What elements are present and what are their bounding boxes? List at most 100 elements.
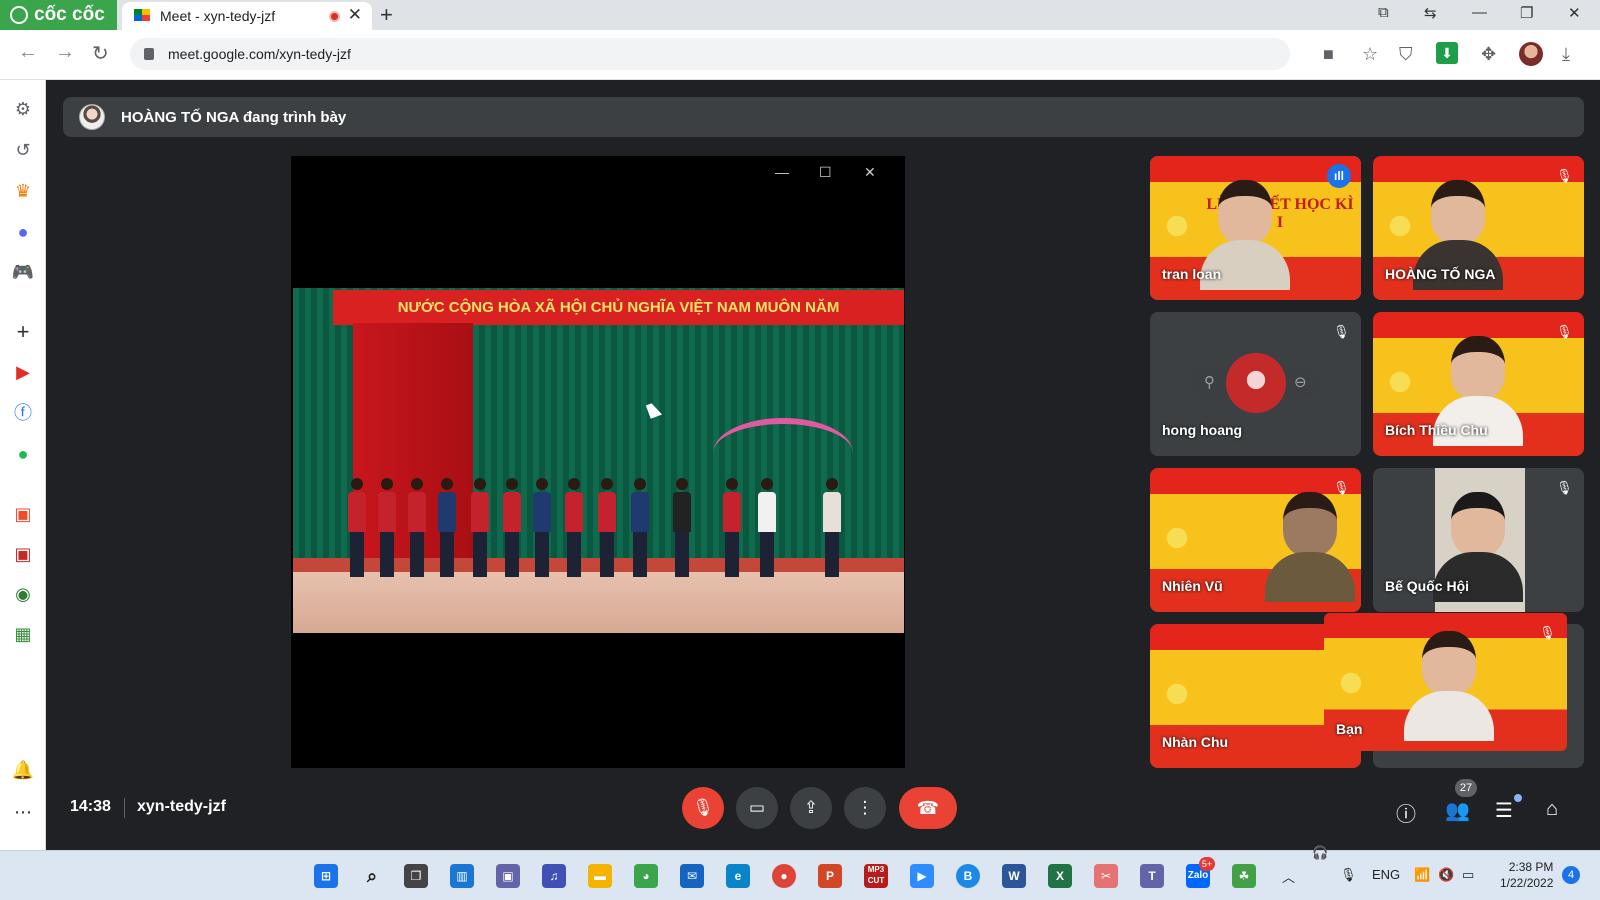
volume-muted-icon[interactable]: 🔇	[1438, 867, 1454, 883]
savior-download-icon[interactable]: ⬇	[1436, 42, 1458, 64]
participant-tile[interactable]: 🎙 HOÀNG TỐ NGA	[1373, 156, 1584, 300]
participant-tile[interactable]: 🎙 Bế Quốc Hội	[1373, 468, 1584, 612]
pres-minimize-icon[interactable]: —	[775, 164, 789, 180]
activities-icon[interactable]: ⌂	[1546, 798, 1558, 821]
participant-tile[interactable]: LỄ SƠ KẾT HỌC KÌ I ıll tran loan	[1150, 156, 1361, 300]
teams-chat-icon[interactable]: ▣	[496, 864, 520, 888]
search-icon[interactable]: ⌕	[360, 864, 384, 888]
input-language[interactable]: ENG	[1372, 867, 1400, 882]
student-figure	[438, 478, 456, 588]
facebook-icon[interactable]: ⓕ	[11, 401, 35, 425]
participant-avatar	[1226, 353, 1286, 413]
mp3cut-icon[interactable]: MP3 CUT	[864, 864, 888, 888]
zoom-icon[interactable]: ▶	[910, 864, 934, 888]
add-panel-icon[interactable]: +	[11, 320, 35, 344]
tab-close-icon[interactable]: ✕	[348, 5, 362, 25]
chat-icon[interactable]: ☰	[1495, 798, 1513, 823]
presented-photo: NƯỚC CỘNG HÒA XÃ HỘI CHỦ NGHĨA VIỆT NAM …	[293, 288, 904, 633]
sheet-icon[interactable]: ▦	[11, 622, 35, 646]
word-icon[interactable]: W	[1002, 864, 1026, 888]
start-windows-icon[interactable]: ⊞	[314, 864, 338, 888]
tab-meet[interactable]: Meet - xyn-tedy-jzf ✕	[122, 2, 372, 30]
powerpoint-icon[interactable]: P	[818, 864, 842, 888]
b-app-icon[interactable]: B	[956, 864, 980, 888]
people-group-icon[interactable]: ☘	[1232, 864, 1256, 888]
wifi-icon[interactable]: 📶	[1414, 867, 1430, 883]
leave-call-button[interactable]: ☎	[899, 787, 957, 829]
pin-icon[interactable]: ⚲	[1204, 373, 1215, 391]
bookmark-star-icon[interactable]: ☆	[1362, 44, 1378, 65]
meeting-info-icon[interactable]: ⓘ	[1396, 798, 1416, 827]
participant-tile[interactable]: 🎙 Nhiên Vũ	[1150, 468, 1361, 612]
snipping-icon[interactable]: ✂	[1094, 864, 1118, 888]
participant-name: tran loan	[1162, 266, 1222, 282]
pres-maximize-icon[interactable]: ☐	[819, 164, 832, 181]
presenter-banner-text: HOÀNG TỐ NGA đang trình bày	[121, 108, 347, 126]
coccoc-brand-button[interactable]: cốc cốc	[0, 0, 117, 30]
back-icon[interactable]: ←	[18, 41, 38, 64]
widgets-icon[interactable]: ▥	[450, 864, 474, 888]
screenshot-icon[interactable]: ⧉	[1378, 4, 1389, 21]
edge-icon[interactable]: e	[726, 864, 750, 888]
crown-icon[interactable]: ♛	[11, 179, 35, 203]
self-view-tile[interactable]: 🎙 Bạn	[1324, 613, 1567, 751]
minimize-button[interactable]: —	[1472, 4, 1487, 21]
history-icon[interactable]: ↺	[11, 138, 35, 162]
extensions-icon[interactable]: ✥	[1481, 44, 1496, 65]
shield-icon[interactable]: ⛉	[1399, 44, 1413, 65]
notification-bell-icon[interactable]: 🔔	[11, 758, 35, 782]
task-view-icon[interactable]: ❐	[404, 864, 428, 888]
profile-avatar[interactable]	[1519, 42, 1543, 66]
file-explorer-icon[interactable]: ▬	[588, 864, 612, 888]
mic-toggle-button[interactable]: 🎙	[682, 787, 724, 829]
system-date: 1/22/2022	[1500, 876, 1554, 890]
tiki-icon[interactable]: ▣	[11, 542, 35, 566]
presentation-view[interactable]: — ☐ ✕ NƯỚC CỘNG HÒA XÃ HỘI CHỦ NGHĨA VIỆ…	[291, 156, 905, 768]
downloads-icon[interactable]: ⤓	[1562, 44, 1570, 65]
sidebar-toggle-icon[interactable]: ⇆	[1424, 4, 1437, 22]
microphone-tray-icon[interactable]: 🎙	[1340, 867, 1357, 883]
student-figure	[823, 478, 841, 588]
participant-tile[interactable]: ⚲ ⊖ 🎙 hong hoang	[1150, 312, 1361, 456]
windows-taskbar: ⊞ ⌕ ❐ ▥ ▣ ♫ ▬ ◕ ✉ e ● P MP3 CUT ▶ B W X …	[0, 845, 1600, 900]
tray-chevron-icon[interactable]: ︿	[1282, 867, 1295, 886]
more-options-icon[interactable]: ⋯	[11, 800, 35, 824]
tray-headset-icon[interactable]: 🎧	[1312, 845, 1328, 861]
headphones-app-icon[interactable]: ♫	[542, 864, 566, 888]
battery-icon[interactable]: ▭	[1462, 867, 1474, 883]
google-meet-icon	[134, 9, 150, 23]
settings-gear-icon[interactable]: ⚙	[11, 97, 35, 121]
people-icon[interactable]: 👥	[1445, 798, 1470, 823]
spotify-icon[interactable]: ●	[11, 442, 35, 466]
system-time: 2:38 PM	[1508, 860, 1554, 874]
chrome-icon[interactable]: ●	[772, 864, 796, 888]
messenger-icon[interactable]: ●	[11, 220, 35, 244]
meeting-code: xyn-tedy-jzf	[137, 798, 226, 815]
participant-tile[interactable]: 🎙 Bích Thiều Chu	[1373, 312, 1584, 456]
system-clock[interactable]: 2:38 PM 1/22/2022	[1500, 859, 1553, 891]
pres-close-icon[interactable]: ✕	[864, 164, 876, 181]
notification-count[interactable]: 4	[1562, 866, 1580, 884]
reload-icon[interactable]: ↻	[92, 41, 109, 66]
more-options-button[interactable]: ⋮	[844, 787, 886, 829]
student-figure	[378, 478, 396, 588]
maps-pin-icon[interactable]: ◉	[11, 582, 35, 606]
teams-icon[interactable]: T	[1140, 864, 1164, 888]
mail-icon[interactable]: ✉	[680, 864, 704, 888]
close-window-button[interactable]: ✕	[1568, 4, 1581, 22]
present-screen-button[interactable]: ⇪	[790, 787, 832, 829]
forward-icon[interactable]: →	[55, 41, 75, 64]
camera-in-use-icon[interactable]: ■	[1323, 44, 1334, 65]
gamepad-icon[interactable]: 🎮	[11, 260, 35, 284]
camera-toggle-button[interactable]: ▭	[736, 787, 778, 829]
excel-icon[interactable]: X	[1048, 864, 1072, 888]
participant-name: Bạn	[1336, 721, 1363, 737]
youtube-icon[interactable]: ▶	[11, 360, 35, 384]
restore-button[interactable]: ❐	[1520, 4, 1533, 22]
new-tab-button[interactable]: +	[380, 2, 393, 28]
remove-icon[interactable]: ⊖	[1294, 373, 1307, 391]
url-omnibox[interactable]: meet.google.com/xyn-tedy-jzf	[130, 38, 1290, 70]
student-figure	[408, 478, 426, 588]
shopee-icon[interactable]: ▣	[11, 502, 35, 526]
coccoc-taskbar-icon[interactable]: ◕	[634, 864, 658, 888]
